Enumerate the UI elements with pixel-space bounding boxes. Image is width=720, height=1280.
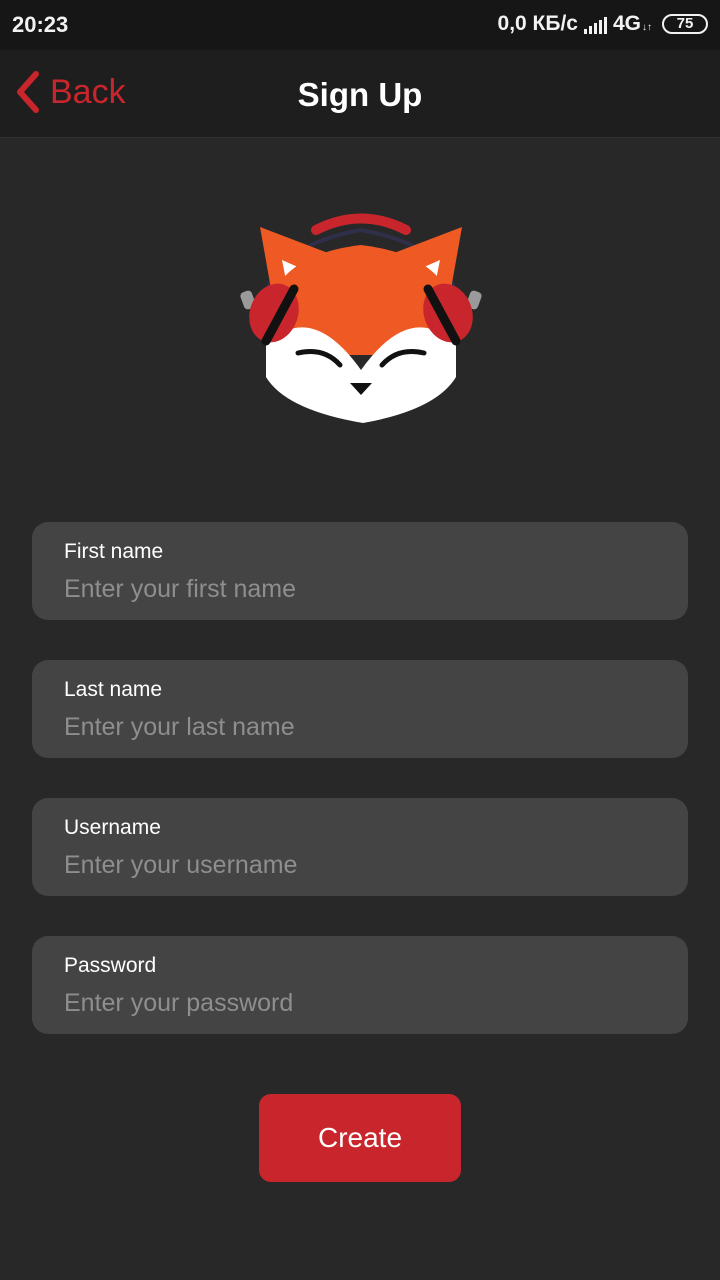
battery-icon: 75: [662, 14, 708, 34]
status-time: 20:23: [12, 12, 69, 37]
first-name-field[interactable]: First name: [32, 522, 688, 620]
last-name-label: Last name: [64, 678, 163, 701]
navigation-bar: Back Sign Up: [0, 50, 720, 138]
username-input[interactable]: [64, 846, 654, 884]
first-name-input[interactable]: [64, 570, 654, 608]
status-bar: 20:23 0,0 КБ/с 4G↓↑ 75: [0, 0, 720, 50]
network-activity-icon: ↓↑: [642, 22, 652, 33]
last-name-input[interactable]: [64, 708, 654, 746]
username-label: Username: [64, 816, 161, 839]
status-indicators: 0,0 КБ/с 4G↓↑ 75: [498, 12, 708, 36]
fox-headphones-logo: [240, 213, 482, 423]
username-field[interactable]: Username: [32, 798, 688, 896]
password-field[interactable]: Password: [32, 936, 688, 1034]
page-title: Sign Up: [297, 76, 423, 113]
first-name-label: First name: [64, 540, 164, 563]
signal-icon: [583, 14, 607, 34]
last-name-field[interactable]: Last name: [32, 660, 688, 758]
network-type: 4G↓↑: [612, 12, 652, 35]
password-label: Password: [64, 954, 157, 977]
password-input[interactable]: [64, 984, 654, 1022]
create-button[interactable]: Create: [259, 1094, 461, 1182]
network-speed: 0,0 КБ/с: [497, 12, 578, 35]
